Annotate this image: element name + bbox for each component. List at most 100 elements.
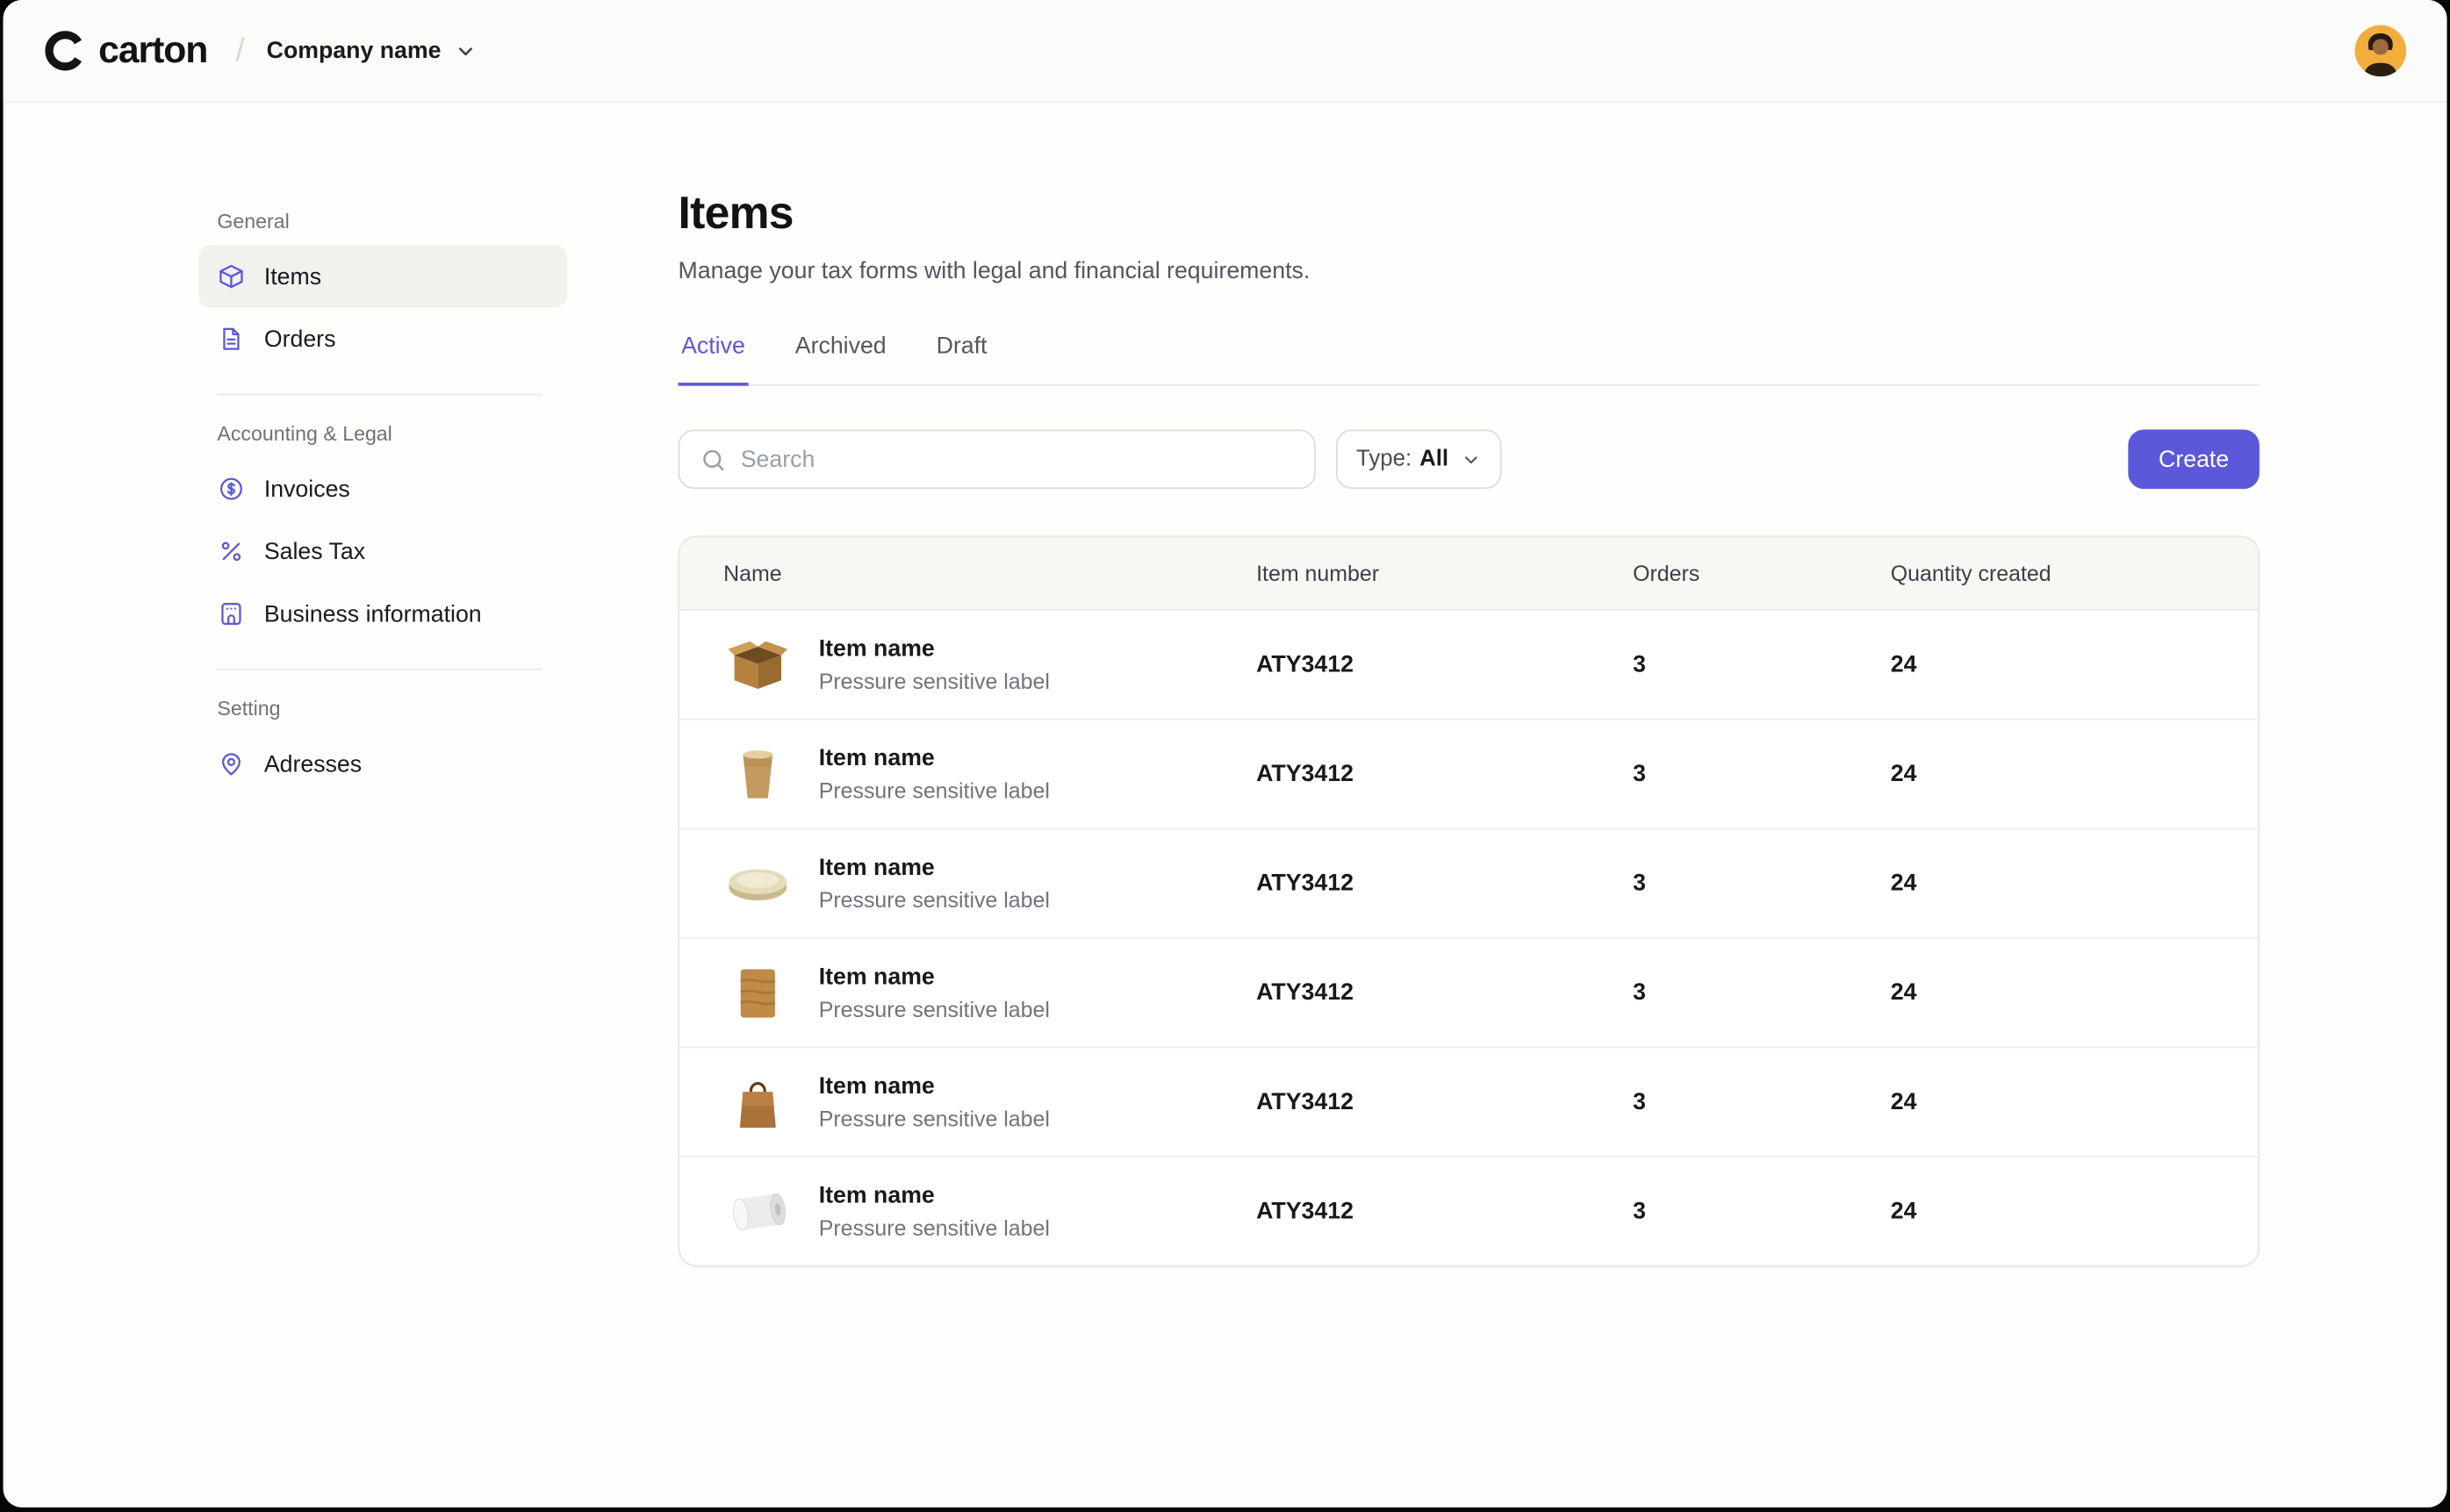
item-subtitle: Pressure sensitive label [819,1107,1050,1131]
dollar-circle-icon [217,475,245,503]
main-content: Items Manage your tax forms with legal a… [679,189,2260,1507]
breadcrumb-separator: / [235,32,244,69]
table-row[interactable]: Item name Pressure sensitive label ATY34… [679,830,2258,940]
orders-count: 3 [1633,980,1891,1007]
chevron-down-icon [456,39,478,61]
tab-archived[interactable]: Archived [792,333,889,387]
column-header-name: Name [723,562,1256,586]
document-icon [217,325,245,353]
quantity-created: 24 [1891,1089,2258,1115]
search-icon [700,447,726,473]
item-thumbnail-kraft-paper [723,959,792,1028]
chevron-down-icon [1461,449,1481,469]
items-table: Name Item number Orders Quantity created [679,536,2260,1267]
company-name-label: Company name [267,38,442,64]
name-cell: Item name Pressure sensitive label [723,1068,1256,1136]
orders-count: 3 [1633,1089,1891,1115]
item-number: ATY3412 [1256,1199,1633,1225]
quantity-created: 24 [1891,1199,2258,1225]
sidebar-item-label: Business information [264,600,482,627]
quantity-created: 24 [1891,652,2258,678]
toolbar: Type: All Create [679,430,2260,490]
item-thumbnail-cardboard-box [723,631,792,699]
item-number: ATY3412 [1256,980,1633,1007]
sidebar-section-label-setting: Setting [217,697,567,720]
sidebar-item-label: Sales Tax [264,538,365,564]
item-name: Item name [819,1183,1050,1209]
table-row[interactable]: Item name Pressure sensitive label ATY34… [679,1049,2258,1158]
page-subtitle: Manage your tax forms with legal and fin… [679,258,2260,284]
orders-count: 3 [1633,761,1891,787]
type-filter-value: All [1419,448,1448,472]
sidebar-divider [217,669,542,670]
item-thumbnail-paper-cup [723,740,792,808]
content-area: General Items Orde [4,103,2447,1507]
name-cell: Item name Pressure sensitive label [723,849,1256,918]
item-subtitle: Pressure sensitive label [819,997,1050,1021]
type-filter-dropdown[interactable]: Type: All [1336,430,1502,490]
item-number: ATY3412 [1256,761,1633,787]
column-header-quantity-created: Quantity created [1891,562,2258,586]
carton-logo[interactable]: carton [44,29,207,73]
sidebar-item-items[interactable]: Items [198,245,567,307]
quantity-created: 24 [1891,980,2258,1007]
create-button[interactable]: Create [2128,430,2260,490]
search-input[interactable] [741,447,1294,473]
orders-count: 3 [1633,871,1891,897]
item-subtitle: Pressure sensitive label [819,778,1050,803]
table-row[interactable]: Item name Pressure sensitive label ATY34… [679,720,2258,830]
sidebar-item-business-information[interactable]: Business information [198,583,567,645]
table-row[interactable]: Item name Pressure sensitive label ATY34… [679,612,2258,721]
item-thumbnail-label-roll [723,1178,792,1246]
search-box[interactable] [679,430,1316,490]
item-name: Item name [819,1073,1050,1100]
item-number: ATY3412 [1256,871,1633,897]
sidebar-item-adresses[interactable]: Adresses [198,733,567,795]
sidebar-item-label: Adresses [264,750,362,777]
sidebar-section-label-accounting: Accounting & Legal [217,422,567,446]
table-header: Name Item number Orders Quantity created [679,538,2258,612]
name-cell: Item name Pressure sensitive label [723,740,1256,808]
item-number: ATY3412 [1256,652,1633,678]
top-bar: carton / Company name [4,0,2447,103]
column-header-item-number: Item number [1256,562,1633,586]
sidebar-item-invoices[interactable]: Invoices [198,458,567,520]
tab-draft[interactable]: Draft [933,333,990,387]
column-header-orders: Orders [1633,562,1891,586]
sidebar-item-label: Orders [264,326,336,352]
orders-count: 3 [1633,652,1891,678]
item-number: ATY3412 [1256,1089,1633,1115]
tab-active[interactable]: Active [679,333,749,387]
tab-bar: Active Archived Draft [679,333,2260,387]
item-thumbnail-round-container [723,849,792,918]
name-cell: Item name Pressure sensitive label [723,631,1256,699]
sidebar-item-sales-tax[interactable]: Sales Tax [198,520,567,583]
building-icon [217,600,245,628]
sidebar: General Items Orde [4,103,679,1507]
cube-icon [217,262,245,290]
page-title: Items [679,189,2260,240]
name-cell: Item name Pressure sensitive label [723,1178,1256,1246]
item-subtitle: Pressure sensitive label [819,669,1050,693]
item-subtitle: Pressure sensitive label [819,1215,1050,1240]
carton-logo-icon [44,30,86,72]
table-row[interactable]: Item name Pressure sensitive label ATY34… [679,939,2258,1049]
screenshot-stage: carton / Company name General [0,0,2450,1512]
item-name: Item name [819,746,1050,772]
quantity-created: 24 [1891,761,2258,787]
sidebar-item-label: Items [264,263,321,290]
sidebar-section-label-general: General [217,210,567,233]
sidebar-item-label: Invoices [264,476,350,502]
item-name: Item name [819,855,1050,881]
user-avatar[interactable] [2354,25,2406,76]
app-window: carton / Company name General [4,0,2447,1508]
company-selector[interactable]: Company name [267,38,478,64]
map-pin-icon [217,749,245,777]
type-filter-label: Type: [1356,448,1412,472]
percent-icon [217,537,245,565]
sidebar-item-orders[interactable]: Orders [198,308,567,370]
orders-count: 3 [1633,1199,1891,1225]
item-thumbnail-paper-bag [723,1068,792,1136]
table-row[interactable]: Item name Pressure sensitive label ATY34… [679,1158,2258,1266]
quantity-created: 24 [1891,871,2258,897]
